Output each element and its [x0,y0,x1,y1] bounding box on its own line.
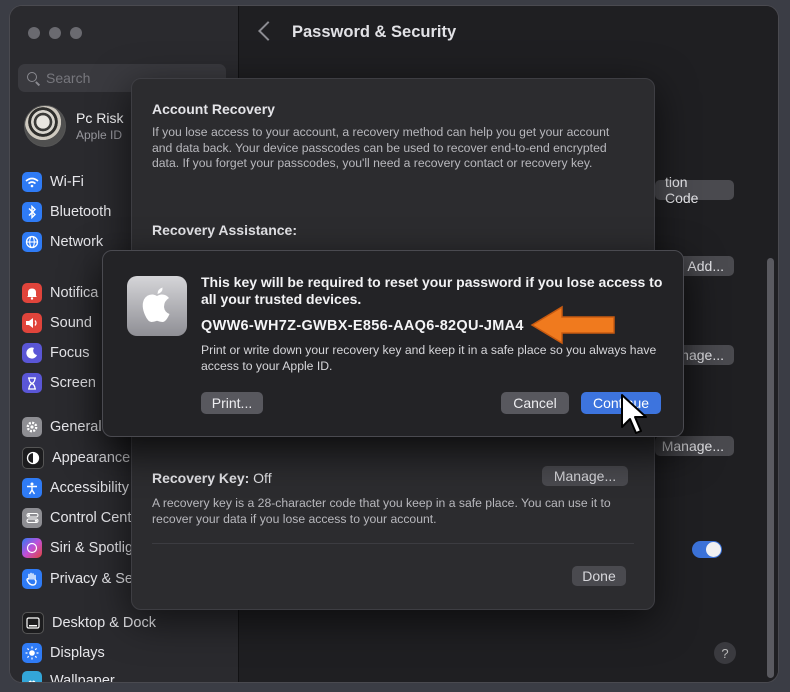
scrollbar[interactable] [767,258,774,678]
recovery-key-value: Off [249,470,272,486]
sidebar-item-privacy-security[interactable]: Privacy & Se [22,566,133,592]
sidebar-item-notifications[interactable]: Notifica [22,280,98,306]
bg-verification-code-button[interactable]: tion Code [655,174,734,206]
sidebar-item-label: Accessibility [50,480,129,496]
network-icon [22,232,42,252]
wifi-icon [22,172,42,192]
sidebar-item-appearance[interactable]: Appearance [22,445,130,471]
recovery-key-description: A recovery key is a 28-character code th… [152,496,611,526]
bg-manage-button-2[interactable]: Manage... [655,436,734,456]
zoom-window-button[interactable] [70,27,82,39]
sidebar-item-label: General [50,419,102,435]
notifications-icon [22,283,42,303]
accessibility-icon [22,478,42,498]
sidebar-item-label: Bluetooth [50,204,112,220]
page-title: Password & Security [292,23,457,41]
back-chevron-icon[interactable] [258,21,278,41]
sidebar-item-accessibility[interactable]: Accessibility [22,475,129,501]
desktop-dock-icon [22,612,44,634]
search-icon [27,72,39,84]
help-button[interactable]: ? [714,642,736,664]
sidebar-item-label: Focus [50,345,90,361]
sidebar-item-desktop-dock[interactable]: Desktop & Dock [22,610,156,636]
minimize-window-button[interactable] [49,27,61,39]
sidebar-item-label: Wallpaper [50,673,115,682]
sidebar-item-screen-time[interactable]: Screen [22,370,96,396]
sidebar-item-label: Privacy & Se [50,571,133,587]
recovery-key-label: Recovery Key: [152,470,250,486]
done-button[interactable]: Done [572,566,626,586]
apple-logo-icon [127,276,187,336]
sidebar-item-general[interactable]: General [22,414,102,440]
sidebar-item-label: Desktop & Dock [52,615,156,631]
sidebar-item-label: Network [50,234,104,250]
sidebar-item-label: Wi-Fi [50,174,84,190]
recovery-assistance-heading: Recovery Assistance: [152,222,298,238]
sidebar-item-focus[interactable]: Focus [22,340,90,366]
privacy-hand-icon [22,569,42,589]
recovery-key-status: Recovery Key: Off [152,470,272,486]
print-button[interactable]: Print... [201,392,263,414]
orange-arrow-icon [530,305,615,345]
account-subtitle: Apple ID [76,128,123,142]
recovery-key-manage-button[interactable]: Manage... [542,466,628,486]
sidebar-item-label: Sound [50,315,92,331]
sheet-title: Account Recovery [152,101,275,117]
siri-icon [22,538,42,558]
sidebar-item-label: Control Cent [50,510,132,526]
recovery-key-code: QWW6-WH7Z-GWBX-E856-AAQ6-82QU-JMA4 [201,318,524,334]
displays-icon [22,643,42,663]
sidebar-item-label: Displays [50,645,105,661]
sidebar-item-bluetooth[interactable]: Bluetooth [22,199,111,225]
bg-manage-button[interactable]: nage... [679,345,734,365]
sidebar-item-siri-spotlight[interactable]: Siri & Spotlig [22,535,133,561]
window-controls [28,27,82,39]
sidebar-item-displays[interactable]: Displays [22,640,105,666]
cancel-button[interactable]: Cancel [501,392,569,414]
bluetooth-icon [22,202,42,222]
general-icon [22,417,42,437]
appearance-icon [22,447,44,469]
divider [152,543,634,544]
account-name: Pc Risk [76,110,124,126]
sidebar-item-wifi[interactable]: Wi-Fi [22,169,84,195]
sidebar-item-label: Notifica [50,285,99,301]
mouse-cursor-icon [621,394,647,434]
wallpaper-icon [22,671,42,682]
sidebar-item-wallpaper[interactable]: Wallpaper [22,668,115,682]
sidebar-item-label: Appearance [52,450,131,466]
sidebar-item-network[interactable]: Network [22,229,103,255]
focus-icon [22,343,42,363]
sheet-description: If you lose access to your account, a re… [152,125,610,170]
screen-time-icon [22,373,42,393]
search-placeholder: Search [46,70,91,86]
sidebar-item-control-center[interactable]: Control Cent [22,505,131,531]
bg-toggle-switch[interactable] [692,541,722,558]
avatar [24,105,66,147]
control-center-icon [22,508,42,528]
dialog-body: Print or write down your recovery key an… [201,343,657,373]
sound-icon [22,313,42,333]
sidebar-item-label: Screen [50,375,96,391]
sidebar-item-label: Siri & Spotlig [50,540,134,556]
sidebar-item-sound[interactable]: Sound [22,310,92,336]
close-window-button[interactable] [28,27,40,39]
bg-add-button[interactable]: Add... [679,256,734,276]
